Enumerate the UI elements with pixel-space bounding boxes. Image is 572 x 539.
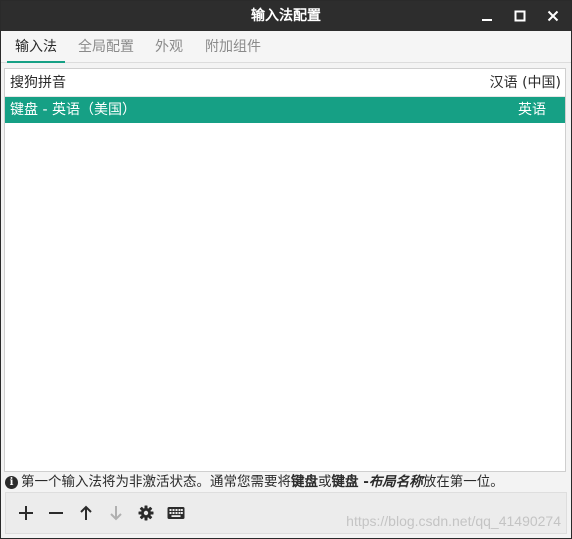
maximize-button[interactable] — [504, 1, 536, 31]
gear-icon — [138, 505, 154, 521]
info-icon: i — [5, 475, 18, 489]
info-message: i 第一个输入法将为非激活状态。通常您需要将 键盘 或 键盘 - 布局名称 放在… — [5, 472, 569, 492]
add-icon — [19, 506, 33, 520]
remove-icon — [49, 512, 63, 514]
keyboard-layout-button[interactable] — [163, 500, 189, 526]
add-button[interactable] — [13, 500, 39, 526]
minimize-icon — [482, 19, 492, 21]
arrow-down-icon — [110, 506, 122, 521]
input-method-list[interactable]: 搜狗拼音 汉语 (中国) 键盘 - 英语（美国） 英语 — [4, 68, 566, 472]
remove-button[interactable] — [43, 500, 69, 526]
list-item[interactable]: 搜狗拼音 汉语 (中国) — [5, 69, 565, 97]
list-item-selected[interactable]: 键盘 - 英语（美国） 英语 — [5, 97, 565, 123]
tab-appearance[interactable]: 外观 — [149, 31, 189, 63]
list-item-language: 英语 — [518, 102, 546, 118]
info-text-before: 第一个输入法将为非激活状态。通常您需要将 — [21, 474, 291, 490]
tab-global-config[interactable]: 全局配置 — [73, 31, 139, 63]
info-italic-layout-name: 布局名称 — [368, 474, 423, 490]
close-button[interactable] — [537, 1, 569, 31]
list-item-name: 键盘 - 英语（美国） — [10, 102, 136, 118]
list-item-language: 汉语 (中国) — [489, 75, 561, 91]
info-bold-keyboard-dash: 键盘 - — [331, 474, 369, 490]
tab-bar: 输入法 全局配置 外观 附加组件 — [1, 31, 571, 63]
move-down-button[interactable] — [103, 500, 129, 526]
arrow-up-icon — [80, 505, 92, 520]
minimize-button[interactable] — [471, 1, 503, 31]
maximize-icon — [514, 10, 526, 22]
info-text-after: 放在第一位。 — [422, 474, 504, 490]
input-method-config-window: 输入法配置 输入法 全局配置 外观 附加组件 搜狗拼音 汉语 (中国) 键盘 -… — [0, 0, 572, 539]
list-item-name: 搜狗拼音 — [10, 75, 66, 91]
tab-addons[interactable]: 附加组件 — [197, 31, 269, 63]
watermark-url: https://blog.csdn.net/qq_41490274 — [346, 513, 561, 529]
info-text-middle: 或 — [318, 474, 332, 490]
title-bar[interactable]: 输入法配置 — [1, 1, 571, 31]
tab-input-method[interactable]: 输入法 — [7, 31, 65, 63]
close-icon — [547, 10, 559, 22]
info-bold-keyboard: 键盘 — [291, 474, 318, 490]
keyboard-icon — [167, 507, 185, 519]
move-up-button[interactable] — [73, 500, 99, 526]
configure-button[interactable] — [133, 500, 159, 526]
